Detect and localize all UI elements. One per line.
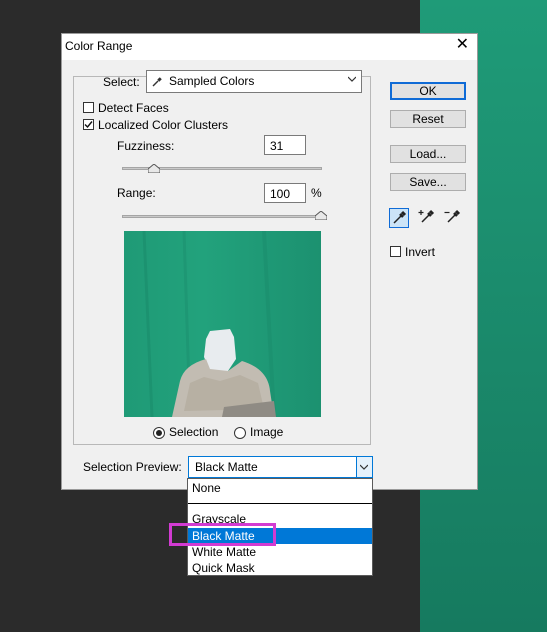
dropdown-button[interactable] — [356, 457, 372, 477]
eyedropper-tool[interactable] — [389, 208, 409, 228]
range-slider[interactable] — [122, 215, 327, 218]
range-label: Range: — [117, 186, 156, 200]
dropdown-item-none[interactable]: None — [188, 480, 372, 496]
fuzziness-input[interactable]: 31 — [264, 135, 306, 155]
preview-image — [124, 231, 321, 417]
selection-radio[interactable] — [153, 427, 165, 439]
eyedropper-small-icon — [152, 77, 162, 87]
preview-figure — [142, 231, 276, 417]
dropdown-item-quick-mask[interactable]: Quick Mask — [188, 560, 372, 576]
ok-button[interactable]: OK — [390, 82, 466, 100]
range-input[interactable]: 100 — [264, 183, 306, 203]
subtract-from-sample-tool[interactable] — [444, 208, 464, 228]
invert-label: Invert — [405, 245, 436, 259]
add-to-sample-tool[interactable] — [418, 208, 438, 228]
invert-checkbox[interactable] — [390, 246, 401, 257]
checkmark-icon — [84, 121, 93, 129]
fuzziness-value: 31 — [270, 139, 284, 153]
annotation-highlight — [169, 523, 276, 546]
detect-faces-label: Detect Faces — [98, 101, 169, 115]
chevron-down-icon — [348, 76, 356, 82]
select-dropdown[interactable]: Sampled Colors — [146, 70, 362, 93]
range-slider-thumb[interactable] — [315, 211, 327, 220]
range-unit: % — [311, 186, 322, 200]
eyedropper-plus-icon — [418, 209, 435, 223]
image-radio-label: Image — [250, 425, 284, 439]
dialog-title: Color Range — [65, 39, 133, 53]
selection-preview-value: Black Matte — [195, 460, 258, 474]
title-bar: Color Range ✕ — [62, 34, 477, 60]
fuzziness-slider-thumb[interactable] — [148, 164, 160, 173]
load-button[interactable]: Load... — [390, 145, 466, 163]
range-value: 100 — [270, 187, 291, 201]
image-radio[interactable] — [234, 427, 246, 439]
eyedropper-minus-icon — [444, 209, 461, 223]
dropdown-item-white-matte[interactable]: White Matte — [188, 544, 372, 560]
reset-button[interactable]: Reset — [390, 110, 466, 128]
localized-clusters-label: Localized Color Clusters — [98, 118, 229, 132]
selection-radio-label: Selection — [169, 425, 219, 439]
chevron-down-icon — [360, 464, 368, 470]
detect-faces-checkbox[interactable] — [83, 102, 94, 113]
save-button[interactable]: Save... — [390, 173, 466, 191]
color-range-dialog: Color Range ✕ Select: Sampled Colors Det… — [61, 33, 478, 490]
select-label: Select: — [103, 75, 140, 89]
close-icon[interactable]: ✕ — [456, 37, 469, 53]
selection-preview-dropdown[interactable]: Black Matte — [188, 456, 373, 478]
select-value: Sampled Colors — [169, 74, 255, 88]
selection-preview-label: Selection Preview: — [83, 460, 182, 474]
localized-clusters-checkbox[interactable] — [83, 119, 94, 130]
dropdown-divider — [188, 503, 372, 504]
eyedropper-icon — [393, 210, 407, 224]
fuzziness-label: Fuzziness: — [117, 139, 175, 153]
